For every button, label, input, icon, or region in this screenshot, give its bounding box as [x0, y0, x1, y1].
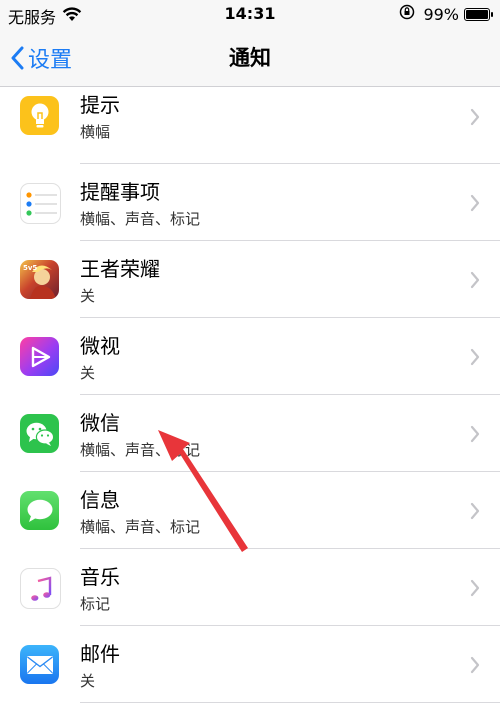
svg-text:5v5: 5v5	[23, 264, 37, 272]
list-item-wechat[interactable]: 微信 横幅、声音、标记	[0, 395, 500, 472]
list-item-mail[interactable]: 邮件 关	[0, 626, 500, 703]
app-notification-detail: 横幅、声音、标记	[80, 210, 201, 228]
chevron-right-icon	[470, 425, 480, 443]
status-bar: 无服务 14:31 99%	[0, 0, 500, 30]
app-name: 王者荣耀	[80, 257, 160, 281]
app-name: 微信	[80, 411, 120, 435]
list-item-reminders[interactable]: 提醒事项 横幅、声音、标记	[0, 164, 500, 241]
chevron-right-icon	[470, 502, 480, 520]
row-separator	[80, 702, 500, 703]
app-name: 微视	[80, 334, 120, 358]
mail-icon	[20, 645, 59, 684]
list-item-weishi[interactable]: 微视 关	[0, 318, 500, 395]
messages-icon	[20, 491, 59, 530]
battery-percent: 99%	[423, 4, 459, 24]
navigation-bar: 设置 通知	[0, 30, 500, 87]
app-notification-detail: 横幅	[80, 123, 111, 141]
chevron-left-icon	[11, 46, 24, 70]
app-notification-detail: 关	[80, 287, 96, 305]
app-notification-list: 提示 横幅 提醒事项 横幅、声音、标记 5v5 王者荣耀 关 微视 关 微信 横…	[0, 87, 500, 703]
reminders-icon	[20, 183, 61, 224]
app-name: 提示	[80, 93, 120, 117]
battery-fill	[466, 9, 488, 19]
list-item-tips[interactable]: 提示 横幅	[0, 87, 500, 164]
back-label: 设置	[28, 48, 73, 73]
app-name: 信息	[80, 488, 120, 512]
app-notification-detail: 横幅、声音、标记	[80, 441, 201, 459]
back-button[interactable]: 设置	[10, 30, 72, 86]
honor-of-kings-icon: 5v5	[20, 260, 59, 299]
music-icon	[20, 568, 61, 609]
app-notification-detail: 标记	[80, 595, 111, 613]
app-name: 提醒事项	[80, 180, 160, 204]
chevron-right-icon	[470, 271, 480, 289]
orientation-lock-icon	[399, 4, 415, 24]
wechat-icon	[20, 414, 59, 453]
app-name: 邮件	[80, 642, 120, 666]
list-item-messages[interactable]: 信息 横幅、声音、标记	[0, 472, 500, 549]
app-notification-detail: 关	[80, 672, 96, 690]
weishi-icon	[20, 337, 59, 376]
list-item-honor-of-kings[interactable]: 5v5 王者荣耀 关	[0, 241, 500, 318]
status-right: 99%	[399, 4, 493, 24]
battery-icon	[464, 7, 493, 21]
app-notification-detail: 关	[80, 364, 96, 382]
chevron-right-icon	[470, 108, 480, 126]
tips-icon	[20, 96, 59, 135]
chevron-right-icon	[470, 579, 480, 597]
chevron-right-icon	[470, 656, 480, 674]
page-title: 通知	[229, 46, 271, 70]
app-name: 音乐	[80, 565, 120, 589]
chevron-right-icon	[470, 348, 480, 366]
chevron-right-icon	[470, 194, 480, 212]
app-notification-detail: 横幅、声音、标记	[80, 518, 201, 536]
list-item-music[interactable]: 音乐 标记	[0, 549, 500, 626]
